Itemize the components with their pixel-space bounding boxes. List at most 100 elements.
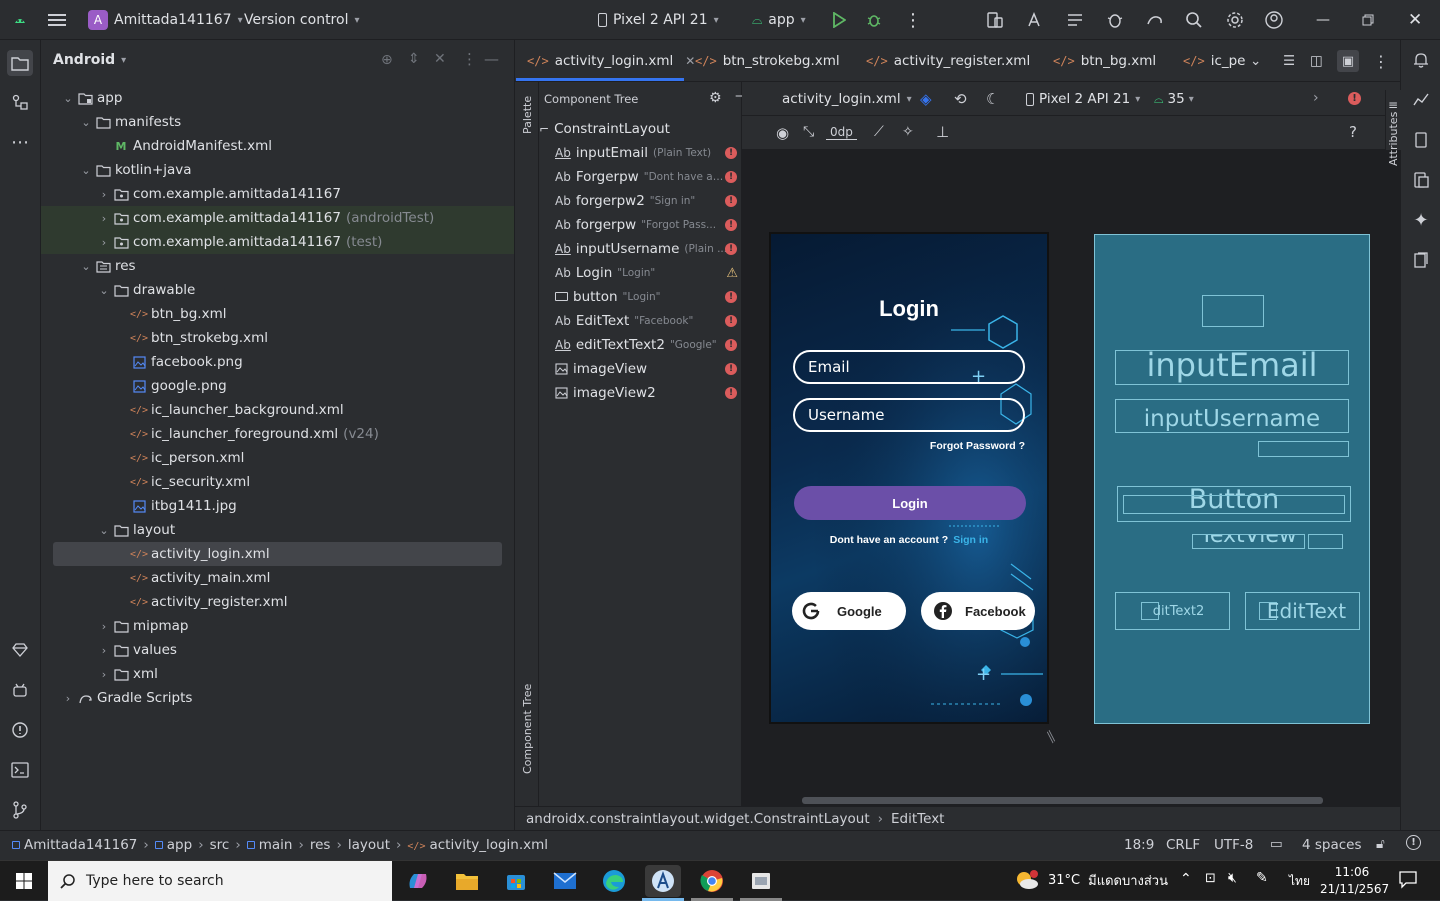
tree-item[interactable]: ⌄ app [41, 86, 514, 110]
chevron-right-icon[interactable]: › [61, 692, 75, 705]
forgot-password-link[interactable]: Forgot Password ? [930, 440, 1025, 452]
expand-all-icon[interactable]: ⇕ [408, 51, 420, 67]
project-switcher[interactable]: A Amittada141167 ▾ [88, 0, 243, 40]
breadcrumb-item[interactable]: </> activity_login.xml [407, 837, 548, 853]
tree-item[interactable]: itbg1411.jpg [41, 494, 514, 518]
tab-btn-bg[interactable]: </> btn_bg.xml [1053, 40, 1156, 82]
android-studio-taskbar-icon[interactable] [645, 865, 681, 897]
chevron-right-icon[interactable]: › [1313, 90, 1319, 106]
error-icon[interactable]: ! [725, 147, 737, 159]
error-icon[interactable]: ! [725, 219, 737, 231]
tree-item[interactable]: › Gradle Scripts [41, 686, 514, 710]
tree-item[interactable]: ⌄ manifests [41, 110, 514, 134]
design-view-icon[interactable]: ▣ [1337, 50, 1359, 72]
component-item[interactable]: Ab forgerpw2 "Sign in"! [555, 189, 741, 213]
translate-icon[interactable] [1025, 0, 1045, 40]
debug-button[interactable] [866, 0, 882, 40]
run-config-selector[interactable]: ⌓ app ▾ [752, 0, 806, 40]
tree-item[interactable]: </> activity_login.xml [53, 542, 502, 566]
close-icon[interactable]: ✕ [1408, 0, 1422, 40]
collapse-all-icon[interactable]: ✕ [434, 51, 446, 67]
breadcrumb-item[interactable]: Amittada141167 [12, 837, 137, 853]
chevron-right-icon[interactable]: › [97, 668, 111, 681]
eye-icon[interactable]: ◉ [776, 124, 789, 142]
resize-handle-icon[interactable]: ⫽ [1042, 727, 1061, 746]
tree-item[interactable]: </> activity_register.xml [41, 590, 514, 614]
taskbar-search-box[interactable]: Type here to search [48, 861, 392, 901]
magic-wand-icon[interactable]: ✧ [902, 124, 914, 140]
tree-item[interactable]: ⌄ kotlin+java [41, 158, 514, 182]
component-item[interactable]: Ab editTextText2 "Google"! [555, 333, 741, 357]
input-language[interactable]: ไทย [1289, 872, 1310, 891]
layout-file-selector[interactable]: activity_login.xml ▾ [782, 91, 912, 107]
volume-muted-icon[interactable]: 🔇︎ [1228, 870, 1237, 886]
warning-icon[interactable]: ⚠ [726, 266, 738, 281]
emulator-icon[interactable] [1409, 168, 1433, 192]
palette-tab[interactable]: Palette [521, 96, 534, 134]
sign-in-link[interactable]: Sign in [953, 534, 988, 546]
pen-icon[interactable]: ✎ [1256, 870, 1268, 886]
tree-item[interactable]: M AndroidManifest.xml [41, 134, 514, 158]
error-icon[interactable]: ! [725, 339, 737, 351]
project-view-selector[interactable]: Android ▾ [53, 52, 126, 68]
google-button[interactable]: Google [792, 592, 906, 630]
unknown-app-icon[interactable] [743, 865, 779, 897]
error-icon[interactable]: ! [725, 195, 737, 207]
mail-icon[interactable] [547, 865, 583, 897]
more-actions-icon[interactable]: ⋮ [904, 0, 922, 40]
component-item[interactable]: imageView2! [555, 381, 741, 405]
tree-item[interactable]: › xml [41, 662, 514, 686]
tab-list-chevron-icon[interactable]: ⌄ [1250, 40, 1261, 82]
component-item[interactable]: Ab EditText "Facebook"! [555, 309, 741, 333]
tree-item[interactable]: </> btn_strokebg.xml [41, 326, 514, 350]
email-field[interactable]: Email [793, 350, 1025, 384]
device-selector[interactable]: Pixel 2 API 21 ▾ [598, 0, 719, 40]
account-icon[interactable] [1264, 0, 1284, 40]
tree-item[interactable]: </> ic_launcher_background.xml [41, 398, 514, 422]
component-item[interactable]: Ab inputEmail (Plain Text)! [555, 141, 741, 165]
clock[interactable]: 11:06 21/11/2567 [1320, 864, 1389, 898]
tree-item[interactable]: › com.example.amittada141167 (test) [41, 230, 514, 254]
api-level-selector[interactable]: ⌓ 35 ▾ [1154, 91, 1194, 107]
gemini-icon[interactable]: ✦ [1409, 208, 1433, 232]
tab-btn-strokebg[interactable]: </> btn_strokebg.xml [695, 40, 840, 82]
error-icon[interactable]: ! [725, 243, 737, 255]
breadcrumb-item[interactable]: app [154, 837, 192, 853]
error-icon[interactable]: ! [725, 291, 737, 303]
attributes-icon[interactable]: ≡ [1388, 98, 1398, 112]
breadcrumb-item[interactable]: src [210, 837, 230, 853]
line-separator[interactable]: CRLF [1166, 837, 1200, 853]
tab-activity-register[interactable]: </> activity_register.xml [866, 40, 1030, 82]
file-explorer-icon[interactable] [449, 865, 485, 897]
chevron-right-icon[interactable]: › [97, 212, 111, 225]
error-icon[interactable]: ! [725, 171, 737, 183]
close-tab-icon[interactable]: ✕ [685, 54, 695, 68]
chevron-down-icon[interactable]: ⌄ [79, 164, 93, 177]
terminal-icon[interactable] [8, 758, 32, 782]
tree-item[interactable]: facebook.png [41, 350, 514, 374]
code-view-icon[interactable]: ☰ [1283, 40, 1295, 82]
component-item[interactable]: Ab Forgerpw "Dont have an...! [555, 165, 741, 189]
component-item[interactable]: Ab forgerpw "Forgot Pass...! [555, 213, 741, 237]
chevron-right-icon[interactable]: › [97, 620, 111, 633]
tree-item[interactable]: google.png [41, 374, 514, 398]
run-button[interactable] [832, 0, 846, 40]
edge-icon[interactable] [596, 865, 632, 897]
username-field[interactable]: Username [793, 398, 1025, 432]
align-icon[interactable]: ⊥ [936, 123, 949, 141]
tree-item[interactable]: ⌄ res [41, 254, 514, 278]
horizontal-scrollbar[interactable] [802, 797, 1323, 804]
tree-item[interactable]: ⌄ layout [41, 518, 514, 542]
lock-icon[interactable]: 🔓︎ [1376, 836, 1385, 852]
problems-icon[interactable] [8, 718, 32, 742]
chevron-right-icon[interactable]: › [97, 236, 111, 249]
file-encoding[interactable]: UTF-8 [1214, 837, 1253, 853]
chevron-down-icon[interactable]: ⌄ [79, 116, 93, 129]
error-indicator-icon[interactable]: ! [1348, 92, 1361, 105]
autoconnect-icon[interactable]: ⤡ [803, 124, 814, 140]
network-icon[interactable]: ⊡ [1205, 871, 1216, 886]
main-menu-button[interactable] [48, 0, 66, 40]
breadcrumb-item[interactable]: res [310, 837, 331, 853]
tree-item[interactable]: ⌄ drawable [41, 278, 514, 302]
tree-item[interactable]: </> activity_main.xml [41, 566, 514, 590]
